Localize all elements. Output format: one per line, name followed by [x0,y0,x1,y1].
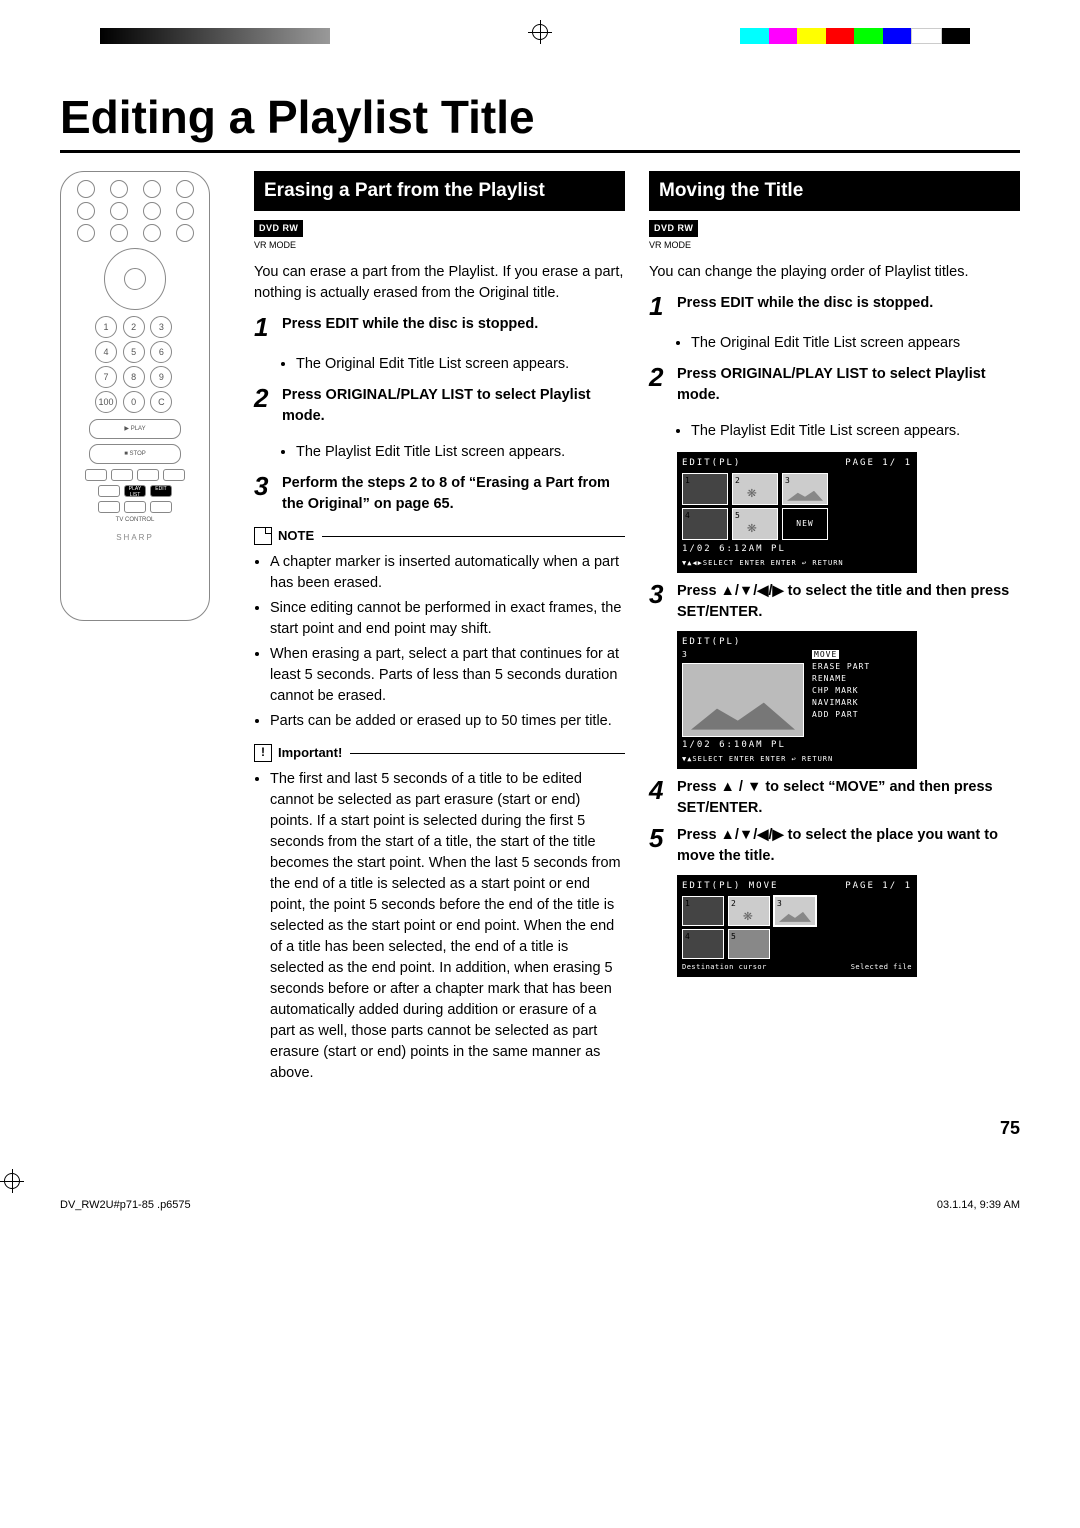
erasing-step-1: 1 Press EDIT while the disc is stopped. [254,314,625,340]
moving-intro: You can change the playing order of Play… [649,262,1020,283]
moving-step-4: 4 Press ▲ / ▼ to select “MOVE” and then … [649,777,1020,819]
top-printers-marks [0,0,1080,70]
disc-mode: VR MODE [649,239,1020,252]
number-pad: 123 456 789 1000C [95,316,175,413]
moving-step-1: 1 Press EDIT while the disc is stopped. [649,293,1020,319]
note-icon [254,527,272,545]
note-list: A chapter marker is inserted automatical… [254,552,625,732]
moving-step-5: 5 Press ▲/▼/◀/▶ to select the place you … [649,825,1020,867]
moving-heading: Moving the Title [649,171,1020,211]
footer-pagenum: 75 [178,1199,190,1223]
registration-mark-top [528,20,552,44]
erasing-step-3: 3 Perform the steps 2 to 8 of “Erasing a… [254,473,625,515]
important-icon: ! [254,744,272,762]
screen-edit-pl-menu: EDIT(PL) 3 MOVE ERASE PART RENAME CHP MA… [677,631,917,769]
disc-badge: DVD RW [649,220,698,237]
footer-timestamp: 03.1.14, 9:39 AM [937,1199,1020,1223]
manual-page: Editing a Playlist Title 123 456 789 100… [0,70,1080,1169]
disc-badge: DVD RW [254,220,303,237]
erasing-intro: You can erase a part from the Playlist. … [254,262,625,304]
preview-thumbnail [682,663,804,737]
playlist-edit-buttons: PLAY LIST EDIT [69,485,201,497]
erasing-step-2: 2 Press ORIGINAL/PLAY LIST to select Pla… [254,385,625,427]
note-header: NOTE [254,527,625,546]
title-rule [60,150,1020,153]
color-bar [740,28,970,44]
brand-logo: SHARP [69,533,201,542]
screen-edit-pl-list: EDIT(PL)PAGE 1/ 1 1 2 3 4 5 NEW 1/02 6:1… [677,452,917,573]
registration-mark-bottom [552,1199,576,1223]
footer-filename: DV_RW2U#p71-85 .p65 [60,1199,178,1223]
greyscale-bar [100,28,330,44]
important-header: ! Important! [254,744,625,763]
moving-step-2: 2 Press ORIGINAL/PLAY LIST to select Pla… [649,364,1020,406]
dpad-icon [104,248,166,310]
erasing-heading: Erasing a Part from the Playlist [254,171,625,211]
important-text: The first and last 5 seconds of a title … [254,769,625,1084]
page-footer: DV_RW2U#p71-85 .p65 75 03.1.14, 9:39 AM [0,1169,1080,1233]
moving-step-3: 3 Press ▲/▼/◀/▶ to select the title and … [649,581,1020,623]
page-number: 75 [60,1118,1020,1139]
remote-control-diagram: 123 456 789 1000C ▶ PLAY ■ STOP PLAY LIS… [60,171,210,621]
play-button-icon: ▶ PLAY [89,419,181,439]
disc-mode: VR MODE [254,239,625,252]
screen-edit-pl-move: EDIT(PL) MOVEPAGE 1/ 1 1 2 3 4 5 Destina… [677,875,917,977]
stop-button-icon: ■ STOP [89,444,181,464]
page-title: Editing a Playlist Title [60,90,1020,144]
